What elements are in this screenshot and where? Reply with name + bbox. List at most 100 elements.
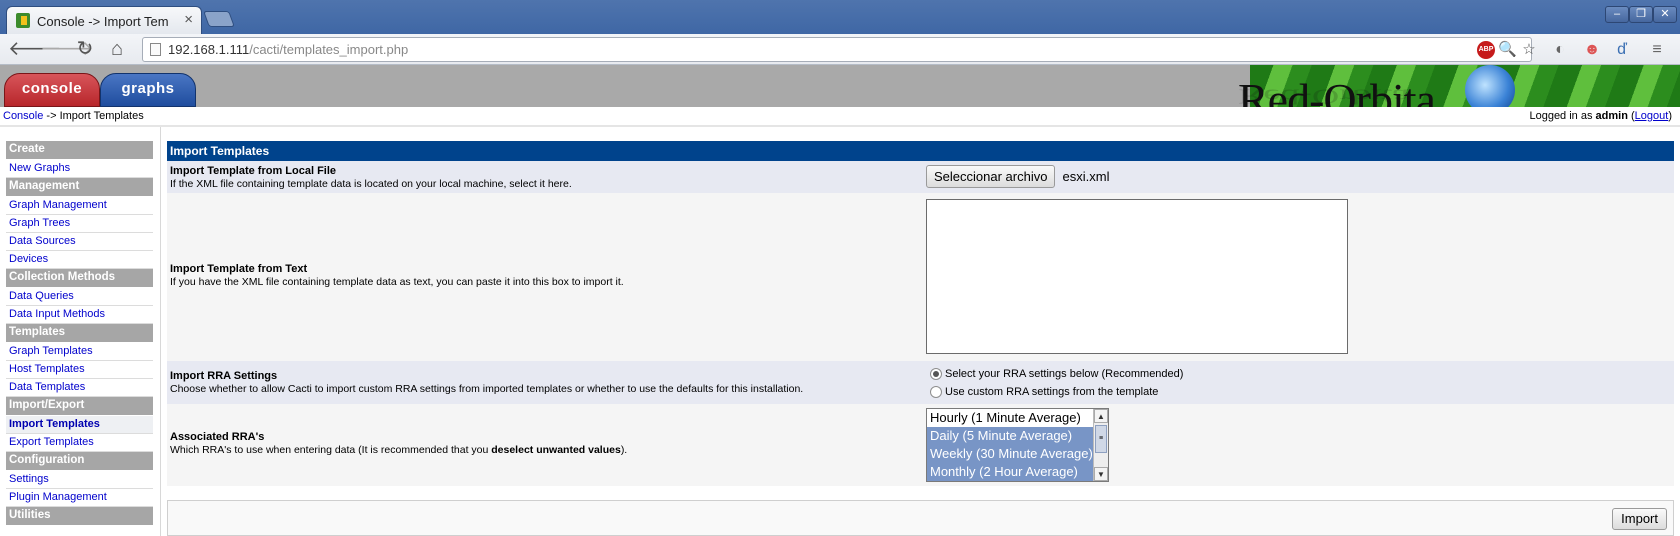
home-icon[interactable]: ⌂ [106,39,128,61]
local-file-title: Import Template from Local File [170,165,337,177]
rras-desc: Which RRA's to use when entering data (I… [170,444,628,456]
sidebar-link[interactable]: Graph Management [9,199,107,211]
sidebar-heading-utilities: Utilities [6,507,153,525]
rra-option[interactable]: Hourly (1 Minute Average) [927,409,1093,427]
close-window-button[interactable]: ✕ [1653,6,1677,23]
sidebar-item-data-input-methods[interactable]: Data Input Methods [6,306,153,324]
url-text[interactable]: 192.168.1.111/cacti/templates_import.php [168,42,408,57]
sidebar-link[interactable]: Graph Trees [9,217,70,229]
username: admin [1595,110,1628,122]
zoom-icon[interactable]: 🔍 [1498,41,1517,59]
sidebar-item-graph-trees[interactable]: Graph Trees [6,215,153,233]
logout-link[interactable]: Logout [1635,110,1669,122]
extension-d-icon[interactable]: ď [1612,40,1632,60]
sidebar-link[interactable]: Data Sources [9,235,76,247]
sidebar-heading-create: Create [6,141,153,159]
sidebar-item-data-templates[interactable]: Data Templates [6,379,153,397]
sidebar-link[interactable]: Data Templates [9,381,85,393]
sidebar-link[interactable]: Plugin Management [9,491,107,503]
sidebar-heading-import-export: Import/Export [6,397,153,415]
form-title: Import Templates [167,141,1674,161]
sidebar-heading-templates: Templates [6,324,153,342]
sidebar-item-graph-templates[interactable]: Graph Templates [6,343,153,361]
chosen-filename: esxi.xml [1062,169,1110,184]
import-form: Import Templates Import Template from Lo… [167,141,1674,486]
restore-button[interactable]: ❐ [1629,6,1653,23]
sidebar-item-plugin-management[interactable]: Plugin Management [6,489,153,507]
sidebar-item-settings[interactable]: Settings [6,471,153,489]
cacti-favicon-icon [16,13,30,28]
sidebar-item-import-templates[interactable]: Import Templates [6,416,153,434]
cacti-header: console graphs Red-Orbita [0,65,1680,107]
sidebar-heading-configuration: Configuration [6,452,153,470]
tab-graphs[interactable]: graphs [100,73,196,107]
login-status: Logged in as admin (Logout) [1529,110,1672,122]
sidebar-link[interactable]: Import Templates [9,418,100,430]
rra-settings-title: Import RRA Settings [170,370,278,382]
choose-file-button[interactable]: Seleccionar archivo [926,165,1056,188]
sidebar-item-data-sources[interactable]: Data Sources [6,233,153,251]
browser-tab[interactable]: Console -> Import Tem × [6,6,202,34]
minimize-button[interactable]: – [1605,6,1629,23]
import-button[interactable]: Import [1612,508,1667,530]
adblock-icon[interactable]: ABP [1477,41,1495,59]
scroll-down-icon[interactable]: ▼ [1094,467,1108,481]
row-from-text: Import Template from Text If you have th… [167,193,1674,361]
rra-listbox[interactable]: Hourly (1 Minute Average) Daily (5 Minute… [926,408,1109,482]
sidebar-item-data-queries[interactable]: Data Queries [6,288,153,306]
sidebar-link[interactable]: Settings [9,473,49,485]
scroll-up-icon[interactable]: ▲ [1094,409,1108,423]
sidebar-divider [160,127,161,536]
form-footer: Import [167,500,1674,536]
sidebar-item-host-templates[interactable]: Host Templates [6,361,153,379]
rra-option[interactable]: Monthly (2 Hour Average) [927,463,1093,481]
from-text-title: Import Template from Text [170,263,308,275]
row-associated-rras: Associated RRA's Which RRA's to use when… [167,404,1674,486]
browser-toolbar: 🡐 🡒 ↻ ⌂ 192.168.1.111/cacti/templates_im… [0,34,1680,65]
breadcrumb-current: Import Templates [59,110,144,122]
row-local-file: Import Template from Local File If the X… [167,161,1674,193]
sidebar-heading-management: Management [6,178,153,196]
sidebar-link[interactable]: New Graphs [9,162,70,174]
new-tab-button[interactable] [203,11,235,27]
sidebar-item-new-graphs[interactable]: New Graphs [6,160,153,178]
rra-option-recommended[interactable]: Select your RRA settings below (Recommen… [930,366,1183,384]
sidebar-item-devices[interactable]: Devices [6,251,153,269]
globe-icon [1465,65,1515,107]
tab-console[interactable]: console [4,73,100,107]
rra-option-custom[interactable]: Use custom RRA settings from the templat… [930,384,1183,402]
breadcrumb-console-link[interactable]: Console [3,110,43,122]
local-file-desc: If the XML file containing template data… [170,178,572,190]
tab-close-icon[interactable]: × [184,11,193,28]
address-bar[interactable]: 192.168.1.111/cacti/templates_import.php… [142,37,1536,62]
listbox-scrollbar[interactable]: ▲ ≡ ▼ [1093,409,1108,481]
sidebar-item-graph-management[interactable]: Graph Management [6,197,153,215]
sidebar-link[interactable]: Data Input Methods [9,308,105,320]
rra-option[interactable]: Daily (5 Minute Average) [927,427,1093,445]
sidebar-link[interactable]: Graph Templates [9,345,93,357]
sidebar-link[interactable]: Data Queries [9,290,74,302]
browser-tabstrip: Console -> Import Tem × – ❐ ✕ [0,0,1680,34]
tab-title: Console -> Import Tem [37,14,169,29]
page-icon [150,43,161,56]
sidebar-link[interactable]: Export Templates [9,436,94,448]
sidebar-link[interactable]: Host Templates [9,363,85,375]
breadcrumb-bar: Console -> Import Templates Logged in as… [0,107,1680,127]
sidebar-item-export-templates[interactable]: Export Templates [6,434,153,452]
bookmark-star-icon[interactable]: ☆ [1520,41,1538,59]
rra-option[interactable]: Weekly (30 Minute Average) [927,445,1093,463]
forward-icon[interactable]: 🡒 [40,39,94,61]
from-text-desc: If you have the XML file containing temp… [170,276,624,288]
sidebar-heading-collection-methods: Collection Methods [6,269,153,287]
sidebar-link[interactable]: Devices [9,253,48,265]
breadcrumb: Console -> Import Templates [3,110,144,122]
radio-custom[interactable] [930,386,942,399]
menu-icon[interactable]: ≡ [1647,40,1667,60]
back-icon[interactable]: 🡐 [8,39,62,61]
extension-icon[interactable]: ◐ [1550,40,1570,60]
template-text-area[interactable] [926,199,1348,354]
scroll-thumb[interactable]: ≡ [1095,425,1107,453]
extension-face-icon[interactable]: ☻ [1582,40,1602,60]
radio-recommended[interactable] [930,368,942,381]
reload-icon[interactable]: ↻ [74,39,96,61]
